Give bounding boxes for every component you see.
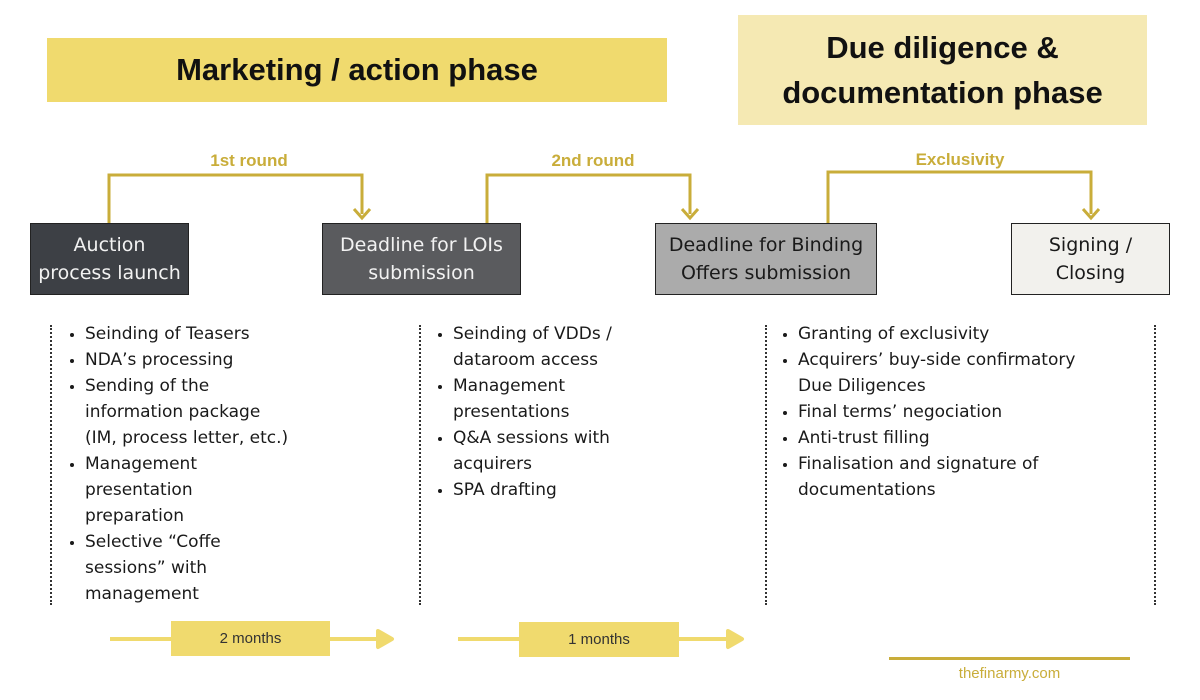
milestone-lois-deadline: Deadline for LOIs submission: [322, 223, 521, 295]
second-round-connector: [485, 173, 692, 223]
milestone-signing-closing: Signing / Closing: [1011, 223, 1170, 295]
milestone-binding-offers-deadline: Deadline for Binding Offers submission: [655, 223, 877, 295]
marketing-phase-banner: Marketing / action phase: [47, 38, 667, 102]
list-item: Selective “Coffe sessions” with manageme…: [85, 529, 295, 607]
second-round-duration: 1 months: [519, 622, 679, 657]
milestone-line1: Auction: [73, 234, 146, 256]
footer-divider: [889, 657, 1130, 660]
exclusivity-arrowhead-icon: [1081, 208, 1101, 221]
milestone-line2: process launch: [38, 262, 181, 284]
duration-label: 1 months: [568, 631, 630, 648]
first-round-duration: 2 months: [171, 621, 330, 656]
milestone-line1: Deadline for LOIs: [340, 234, 503, 256]
list-item: Seinding of Teasers: [85, 321, 295, 347]
due-diligence-phase-title-line1: Due diligence &: [826, 30, 1059, 65]
due-diligence-phase-title-line2: documentation phase: [782, 75, 1103, 110]
list-item: NDA’s processing: [85, 347, 295, 373]
milestone-line1: Deadline for Binding: [668, 234, 864, 256]
second-round-task-list: Seinding of VDDs / dataroom access Manag…: [431, 321, 633, 503]
exclusivity-label: Exclusivity: [915, 150, 1005, 169]
second-round-arrowhead-icon: [680, 208, 700, 221]
milestone-line1: Signing /: [1048, 234, 1133, 256]
milestone-line2: submission: [368, 262, 475, 284]
marketing-phase-title: Marketing / action phase: [176, 52, 538, 87]
column-divider: [50, 325, 52, 605]
milestone-line2: Closing: [1055, 262, 1126, 284]
list-item: Acquirers’ buy-side confirmatory Due Dil…: [798, 347, 1088, 399]
first-round-arrowhead-icon: [352, 208, 372, 221]
milestone-line2: Offers submission: [680, 262, 851, 284]
list-item: Finalisation and signature of documentat…: [798, 451, 1088, 503]
duration-1-arrowhead-icon: [376, 629, 394, 649]
list-item: Final terms’ negociation: [798, 399, 1088, 425]
list-item: Sending of the information package (IM, …: [85, 373, 295, 451]
column-divider: [419, 325, 421, 605]
column-divider: [765, 325, 767, 605]
list-item: Granting of exclusivity: [798, 321, 1088, 347]
list-item: Seinding of VDDs / dataroom access: [453, 321, 633, 373]
list-item: Management presentation preparation: [85, 451, 295, 529]
milestone-auction-launch: Auction process launch: [30, 223, 189, 295]
footer-site-link[interactable]: thefinarmy.com: [889, 665, 1130, 682]
list-item: SPA drafting: [453, 477, 633, 503]
list-item: Q&A sessions with acquirers: [453, 425, 633, 477]
exclusivity-connector: [826, 170, 1093, 223]
second-round-label: 2nd round: [551, 151, 635, 170]
list-item: Anti-trust filling: [798, 425, 1088, 451]
duration-2-arrowhead-icon: [726, 629, 744, 649]
column-divider: [1154, 325, 1156, 605]
exclusivity-task-list: Granting of exclusivity Acquirers’ buy-s…: [776, 321, 1088, 503]
first-round-label: 1st round: [210, 151, 288, 170]
due-diligence-phase-banner: Due diligence & documentation phase: [738, 15, 1147, 125]
list-item: Management presentations: [453, 373, 633, 425]
first-round-task-list: Seinding of Teasers NDA’s processing Sen…: [63, 321, 295, 607]
first-round-connector: [107, 173, 364, 223]
duration-label: 2 months: [219, 630, 282, 647]
